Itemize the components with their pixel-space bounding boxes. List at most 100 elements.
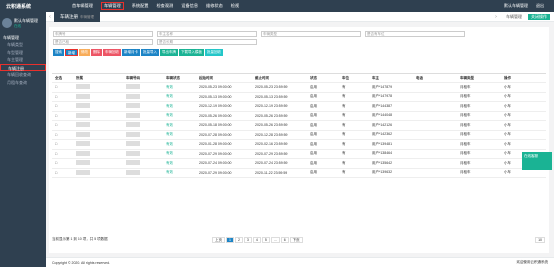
table-header: 全选 所属 车辆号码 车辆状态 起始时间 截止时间 状态 车位 车主 电话 车辆… <box>52 73 546 83</box>
row-checkbox[interactable]: □ <box>52 161 76 165</box>
col-header: 所属 <box>76 75 83 80</box>
page-next[interactable]: 下页 <box>289 236 303 243</box>
chevron-right-icon[interactable]: › <box>492 14 500 20</box>
delete-button[interactable]: 删除 <box>91 49 102 56</box>
page-4[interactable]: 4 <box>252 236 261 243</box>
type-cell: 月租车 <box>460 103 471 108</box>
owner-group-cell <box>76 103 126 109</box>
sidebar-item-owner[interactable]: 车主管理 <box>0 56 46 64</box>
row-checkbox[interactable]: □ <box>52 95 76 99</box>
page-prev[interactable]: 上页 <box>212 236 225 243</box>
op-cell: 小车 <box>504 103 511 108</box>
start-cell: 2020-12-19 09:00:00 <box>199 104 232 109</box>
table-row[interactable]: □ 有效 2020-07-24 09:00:00 2020-07-24 23:59:5… <box>52 159 546 169</box>
start-cell: 2020-05-18 09:00:00 <box>199 123 232 128</box>
status-cell: 有效 <box>166 132 173 137</box>
online-service-widget[interactable]: 在线客服 <box>522 152 552 170</box>
batch-recycle-button[interactable]: 批量回收 <box>205 49 223 56</box>
table-row[interactable]: □ 有效 2020-07-29 09:00:00 2020-11-22 23:59:5… <box>52 169 546 178</box>
topnav-repair[interactable]: 维修状态 <box>206 3 223 9</box>
table-row[interactable]: □ 有效 2020-05-18 09:00:00 2020-05-26 23:59:5… <box>52 121 546 131</box>
topnav-config[interactable]: 系统配置 <box>132 3 149 9</box>
page-1[interactable]: 1 <box>226 236 234 243</box>
owner-cell: 用户*139481 <box>372 141 393 146</box>
type-cell: 月租车 <box>460 170 471 175</box>
pagination: 当前显示第 1 到 10 项，共 5 项数据 上页 1 2 3 4 5 ... … <box>52 235 546 244</box>
logout-button[interactable]: 退出 <box>536 3 544 9</box>
col-header: 车辆号码 <box>126 75 140 80</box>
state-cell: 启用 <box>310 84 317 89</box>
import-button[interactable]: 批量导入 <box>141 49 159 56</box>
row-checkbox[interactable]: □ <box>52 133 76 137</box>
owner-input[interactable]: 车主名称 <box>157 31 257 37</box>
table-row[interactable]: □ 有效 2020-01-28 09:00:00 2020-02-16 23:59:5… <box>52 140 546 150</box>
welcome-text: 欢迎使用云积通系统 <box>516 260 549 264</box>
table-row[interactable]: □ 有效 2020-05-13 09:00:00 2020-05-13 23:59:5… <box>52 93 546 102</box>
close-ops-button[interactable]: 关闭操作 <box>528 13 550 20</box>
owner-group-cell <box>76 160 126 166</box>
table-row[interactable]: □ 有效 2020-12-19 09:00:00 2020-12-19 23:59:5… <box>52 102 546 112</box>
topnav-device[interactable]: 设备信息 <box>181 3 198 9</box>
sidebar-item-register[interactable]: 车辆注册 <box>0 63 46 71</box>
col-header: 起始时间 <box>199 75 213 80</box>
edit-button[interactable]: 修改 <box>79 49 90 56</box>
type-cell: 月租车 <box>460 84 471 89</box>
row-checkbox[interactable]: □ <box>52 152 76 156</box>
topnav-vehicle[interactable]: 车辆管理 <box>100 2 124 10</box>
row-checkbox[interactable]: □ <box>52 104 76 108</box>
add-button[interactable]: 新增 <box>65 49 78 56</box>
lot-cell: 有 <box>342 151 346 156</box>
sidebar-group[interactable]: 车辆管理 <box>0 34 46 41</box>
page-size-select[interactable]: 10 <box>535 236 545 243</box>
template-button[interactable]: 下载导入模板 <box>179 49 204 56</box>
row-checkbox[interactable]: □ <box>52 142 76 146</box>
page-3[interactable]: 3 <box>243 236 252 243</box>
page-5[interactable]: 5 <box>261 236 270 243</box>
type-cell: 月租车 <box>460 151 471 156</box>
rented-select[interactable]: 是否已租 <box>53 39 153 45</box>
sidebar-item-monthly[interactable]: 月租车查询 <box>0 79 46 87</box>
table-row[interactable]: □ 有效 2020-05-26 09:00:00 2020-05-26 23:59:5… <box>52 112 546 121</box>
table-row[interactable]: □ 有效 2020-07-28 09:00:00 2020-12-28 23:59:5… <box>52 131 546 140</box>
search-button[interactable]: 搜索 <box>53 49 64 56</box>
page-2[interactable]: 2 <box>234 236 243 243</box>
plate-input[interactable]: 车牌号 <box>53 31 153 37</box>
status-cell: 有效 <box>166 113 173 118</box>
export-button[interactable]: 导出车牌 <box>160 49 178 56</box>
user-menu[interactable]: 默认车辆管理 <box>504 3 528 9</box>
page-6[interactable]: 6 <box>280 236 289 243</box>
start-cell: 2020-05-23 09:00:00 <box>199 85 232 90</box>
top-right: 默认车辆管理 退出 <box>504 3 554 9</box>
row-checkbox[interactable]: □ <box>52 123 76 127</box>
topnav-home[interactable]: 首车辆管理 <box>72 3 93 9</box>
table-row[interactable]: □ 有效 2020-05-23 09:00:00 2020-05-23 23:59:5… <box>52 83 546 93</box>
sidebar-item-recycle[interactable]: 车辆回收查询 <box>0 71 46 79</box>
topnav-check[interactable]: 检查观测 <box>156 3 173 9</box>
main-content: 车牌号 车主名称 车辆类型 是否有车位 是否已租 是否长期 搜索 新增 修改 删… <box>49 27 549 253</box>
tab-register[interactable]: 车辆注册 车辆管理 <box>54 11 100 22</box>
row-checkbox[interactable]: □ <box>52 85 76 89</box>
lot-select[interactable]: 是否有车位 <box>365 31 465 37</box>
start-cell: 2020-07-24 09:00:00 <box>199 161 232 166</box>
plate-cell <box>126 160 166 166</box>
type-cell: 月租车 <box>460 113 471 118</box>
row-checkbox[interactable]: □ <box>52 171 76 175</box>
longterm-select[interactable]: 是否长期 <box>157 39 257 45</box>
table-row[interactable]: □ 有效 2020-07-29 09:00:00 2020-07-29 23:59:5… <box>52 150 546 159</box>
lot-cell: 有 <box>342 94 346 99</box>
sidebar: 默认车辆管理 在线 车辆管理 车辆类型 车型管理 车主管理 车辆注册 车辆回收查… <box>0 12 46 267</box>
recycle-button[interactable]: 车辆回收 <box>103 49 121 56</box>
owner-cell: 用户*147879 <box>372 84 393 89</box>
add-monthly-button[interactable]: 新增月卡 <box>122 49 140 56</box>
topnav-view[interactable]: 检视 <box>231 3 239 9</box>
tab-vehicle-manage[interactable]: 车辆管理 <box>506 14 522 20</box>
row-checkbox[interactable]: □ <box>52 114 76 118</box>
sidebar-item-type[interactable]: 车辆类型 <box>0 41 46 49</box>
col-header: 状态 <box>310 75 317 80</box>
type-select[interactable]: 车辆类型 <box>261 31 361 37</box>
select-all-checkbox[interactable]: 全选 <box>52 76 76 81</box>
chevron-left-icon[interactable]: ‹ <box>46 14 54 20</box>
start-cell: 2020-05-26 09:00:00 <box>199 113 232 118</box>
sidebar-item-model[interactable]: 车型管理 <box>0 49 46 57</box>
owner-group-cell <box>76 141 126 147</box>
